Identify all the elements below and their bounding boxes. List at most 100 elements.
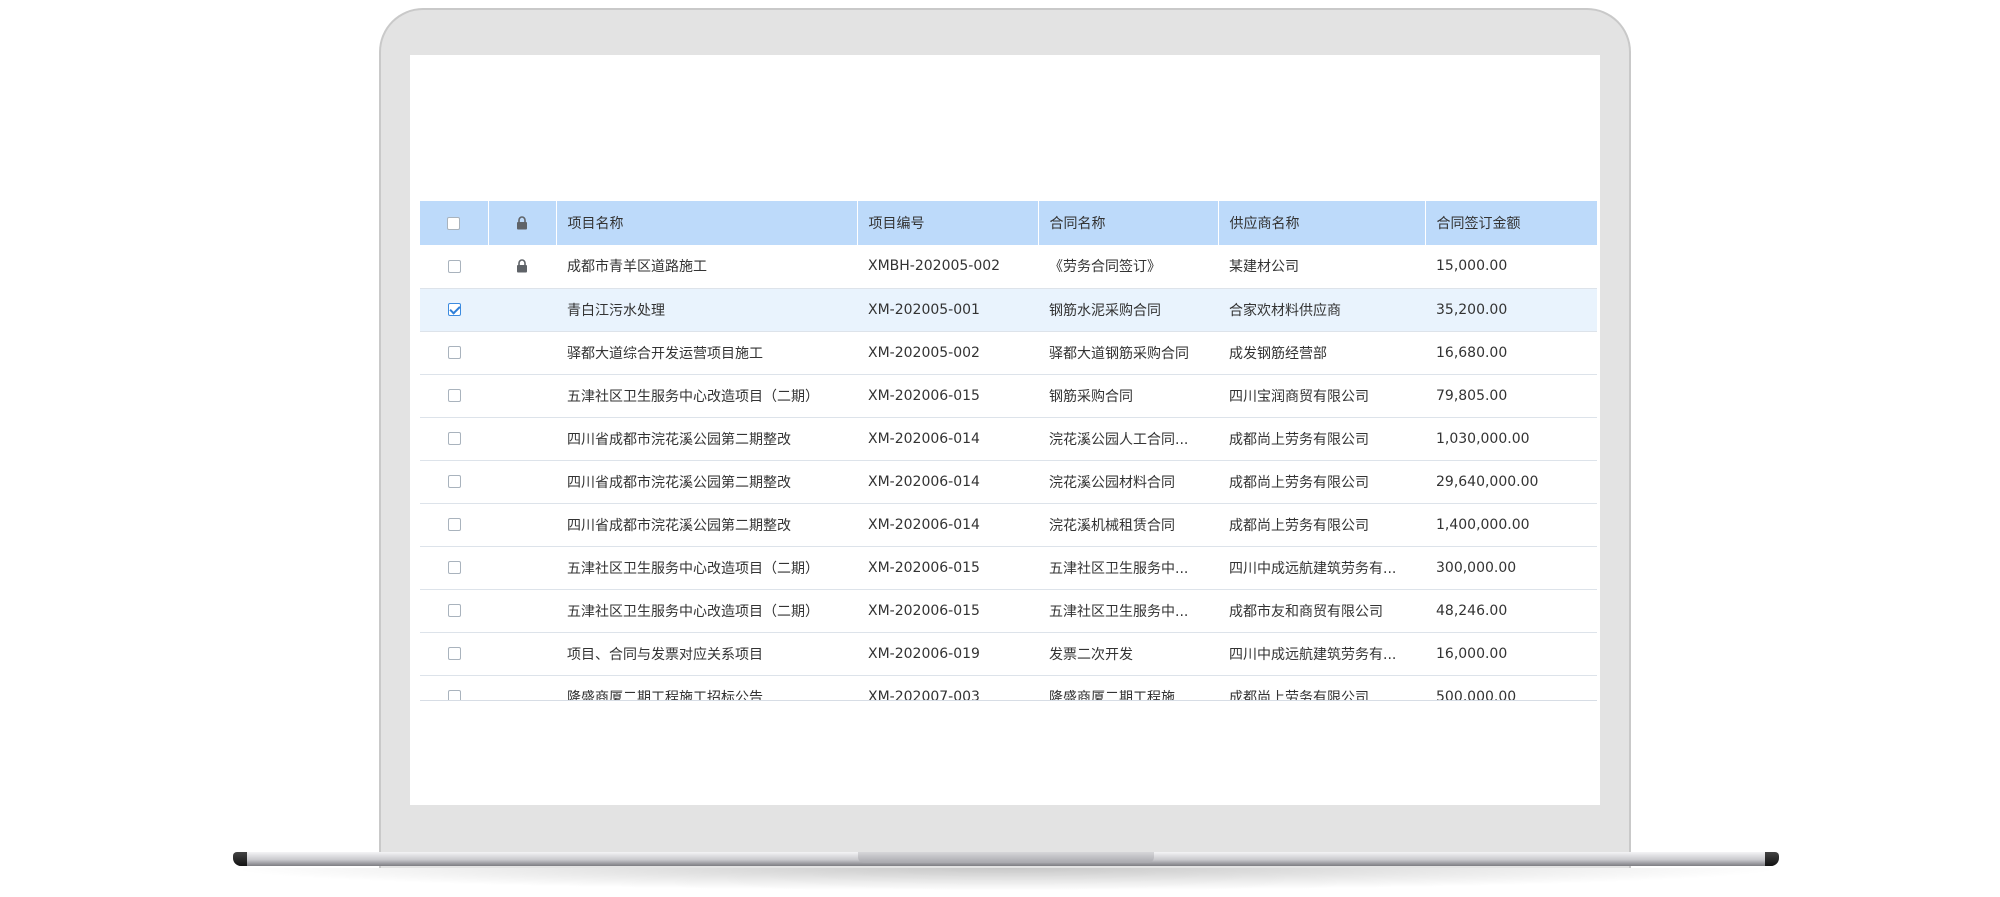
- cell-project-code: XM-202005-001: [857, 288, 1038, 332]
- table-row[interactable]: 青白江污水处理 XM-202005-001 钢筋水泥采购合同 合家欢材料供应商 35,2…: [420, 288, 1597, 332]
- row-select-cell: [420, 632, 488, 676]
- row-checkbox[interactable]: [447, 432, 461, 445]
- row-checkbox[interactable]: [447, 389, 461, 402]
- cell-contract-amount: 29,640,000.00: [1425, 460, 1597, 504]
- cell-supplier-name: 某建材公司: [1218, 245, 1425, 289]
- cell-project-code: XM-202006-015: [857, 589, 1038, 633]
- cell-project-name: 四川省成都市浣花溪公园第二期整改: [556, 503, 857, 547]
- cell-supplier-name: 成都尚上劳务有限公司: [1218, 675, 1425, 700]
- column-header-contract-name[interactable]: 合同名称: [1038, 201, 1219, 245]
- cell-project-name: 隆盛商厦二期工程施工招标公告: [556, 675, 857, 700]
- cell-contract-name: 驿都大道钢筋采购合同: [1038, 331, 1218, 375]
- table-row[interactable]: 隆盛商厦二期工程施工招标公告 XM-202007-003 隆盛商厦二期工程施... 成…: [420, 675, 1597, 700]
- table-row[interactable]: 四川省成都市浣花溪公园第二期整改 XM-202006-014 浣花溪公园材料合同 成都…: [420, 460, 1597, 504]
- laptop-screen: 项目名称 项目编号 合同名称 供应商名称 合同签订金额 成都市青羊区道路施工 XM…: [410, 55, 1600, 805]
- laptop-notch: [858, 852, 1154, 863]
- table-row[interactable]: 五津社区卫生服务中心改造项目（二期） XM-202006-015 五津社区卫生服务中…: [420, 546, 1597, 590]
- cell-contract-name: 五津社区卫生服务中...: [1038, 589, 1218, 633]
- table-row[interactable]: 驿都大道综合开发运营项目施工 XM-202005-002 驿都大道钢筋采购合同 成发钢…: [420, 331, 1597, 375]
- cell-project-name: 项目、合同与发票对应关系项目: [556, 632, 857, 676]
- cell-contract-amount: 300,000.00: [1425, 546, 1597, 590]
- cell-contract-amount: 500,000.00: [1425, 675, 1597, 700]
- table-row[interactable]: 成都市青羊区道路施工 XMBH-202005-002 《劳务合同签订》 某建材公司 15…: [420, 245, 1597, 289]
- cell-supplier-name: 四川宝润商贸有限公司: [1218, 374, 1425, 418]
- cell-supplier-name: 成都尚上劳务有限公司: [1218, 460, 1425, 504]
- table-row[interactable]: 四川省成都市浣花溪公园第二期整改 XM-202006-014 浣花溪机械租赁合同 成都…: [420, 503, 1597, 547]
- row-select-cell: [420, 288, 488, 332]
- cell-supplier-name: 成都尚上劳务有限公司: [1218, 417, 1425, 461]
- lock-icon: [517, 259, 527, 273]
- row-lock-cell: [488, 245, 556, 289]
- cell-project-name: 五津社区卫生服务中心改造项目（二期）: [556, 589, 857, 633]
- cell-supplier-name: 成都市友和商贸有限公司: [1218, 589, 1425, 633]
- cell-contract-amount: 48,246.00: [1425, 589, 1597, 633]
- cell-project-name: 五津社区卫生服务中心改造项目（二期）: [556, 374, 857, 418]
- row-lock-cell: [488, 374, 556, 418]
- cell-contract-name: 《劳务合同签订》: [1038, 245, 1218, 289]
- cell-contract-name: 发票二次开发: [1038, 632, 1218, 676]
- row-checkbox[interactable]: [447, 303, 461, 316]
- cell-supplier-name: 四川中成远航建筑劳务有...: [1218, 632, 1425, 676]
- cell-contract-name: 浣花溪机械租赁合同: [1038, 503, 1218, 547]
- column-header-project-name[interactable]: 项目名称: [556, 201, 858, 245]
- column-header-contract-amount[interactable]: 合同签订金额: [1425, 201, 1597, 245]
- table-row[interactable]: 四川省成都市浣花溪公园第二期整改 XM-202006-014 浣花溪公园人工合同..…: [420, 417, 1597, 461]
- row-select-cell: [420, 546, 488, 590]
- row-lock-cell: [488, 503, 556, 547]
- row-select-cell: [420, 589, 488, 633]
- cell-project-code: XM-202006-014: [857, 503, 1038, 547]
- cell-project-code: XM-202005-002: [857, 331, 1038, 375]
- contract-table: 项目名称 项目编号 合同名称 供应商名称 合同签订金额 成都市青羊区道路施工 XM…: [420, 201, 1597, 700]
- cell-project-name: 五津社区卫生服务中心改造项目（二期）: [556, 546, 857, 590]
- row-select-cell: [420, 374, 488, 418]
- row-select-cell: [420, 331, 488, 375]
- cell-contract-amount: 35,200.00: [1425, 288, 1597, 332]
- cell-contract-name: 浣花溪公园材料合同: [1038, 460, 1218, 504]
- cell-contract-amount: 1,400,000.00: [1425, 503, 1597, 547]
- row-lock-cell: [488, 675, 556, 700]
- cell-contract-amount: 16,000.00: [1425, 632, 1597, 676]
- cell-project-name: 四川省成都市浣花溪公园第二期整改: [556, 460, 857, 504]
- row-checkbox[interactable]: [447, 647, 461, 660]
- cell-supplier-name: 成发钢筋经营部: [1218, 331, 1425, 375]
- cell-supplier-name: 四川中成远航建筑劳务有...: [1218, 546, 1425, 590]
- column-header-project-code[interactable]: 项目编号: [857, 201, 1039, 245]
- row-lock-cell: [488, 331, 556, 375]
- lock-column-header: [488, 201, 557, 245]
- contract-grid: 项目名称 项目编号 合同名称 供应商名称 合同签订金额 成都市青羊区道路施工 XM…: [420, 201, 1597, 701]
- cell-contract-amount: 1,030,000.00: [1425, 417, 1597, 461]
- row-checkbox[interactable]: [447, 604, 461, 617]
- row-checkbox[interactable]: [447, 518, 461, 531]
- cell-supplier-name: 成都尚上劳务有限公司: [1218, 503, 1425, 547]
- table-body: 成都市青羊区道路施工 XMBH-202005-002 《劳务合同签订》 某建材公司 15…: [420, 245, 1597, 700]
- cell-project-code: XM-202006-019: [857, 632, 1038, 676]
- cell-contract-name: 浣花溪公园人工合同...: [1038, 417, 1218, 461]
- cell-contract-amount: 79,805.00: [1425, 374, 1597, 418]
- column-header-supplier-name[interactable]: 供应商名称: [1218, 201, 1426, 245]
- cell-project-code: XM-202007-003: [857, 675, 1038, 700]
- row-checkbox[interactable]: [447, 561, 461, 574]
- row-lock-cell: [488, 632, 556, 676]
- table-row[interactable]: 项目、合同与发票对应关系项目 XM-202006-019 发票二次开发 四川中成远航建…: [420, 632, 1597, 676]
- row-lock-cell: [488, 546, 556, 590]
- laptop-shadow: [243, 868, 1769, 890]
- row-checkbox[interactable]: [447, 475, 461, 488]
- select-all-checkbox[interactable]: [447, 216, 461, 230]
- cell-contract-amount: 16,680.00: [1425, 331, 1597, 375]
- table-row[interactable]: 五津社区卫生服务中心改造项目（二期） XM-202006-015 五津社区卫生服务中…: [420, 589, 1597, 633]
- cell-project-name: 驿都大道综合开发运营项目施工: [556, 331, 857, 375]
- select-all-cell: [420, 201, 489, 245]
- row-lock-cell: [488, 288, 556, 332]
- cell-contract-name: 钢筋水泥采购合同: [1038, 288, 1218, 332]
- cell-project-code: XM-202006-014: [857, 460, 1038, 504]
- row-select-cell: [420, 245, 488, 289]
- cell-contract-name: 五津社区卫生服务中...: [1038, 546, 1218, 590]
- row-checkbox[interactable]: [447, 346, 461, 359]
- row-checkbox[interactable]: [447, 259, 461, 273]
- lock-icon: [517, 216, 527, 230]
- table-row[interactable]: 五津社区卫生服务中心改造项目（二期） XM-202006-015 钢筋采购合同 四川宝…: [420, 374, 1597, 418]
- row-select-cell: [420, 675, 488, 700]
- row-checkbox[interactable]: [447, 690, 461, 700]
- cell-project-code: XM-202006-015: [857, 374, 1038, 418]
- row-select-cell: [420, 460, 488, 504]
